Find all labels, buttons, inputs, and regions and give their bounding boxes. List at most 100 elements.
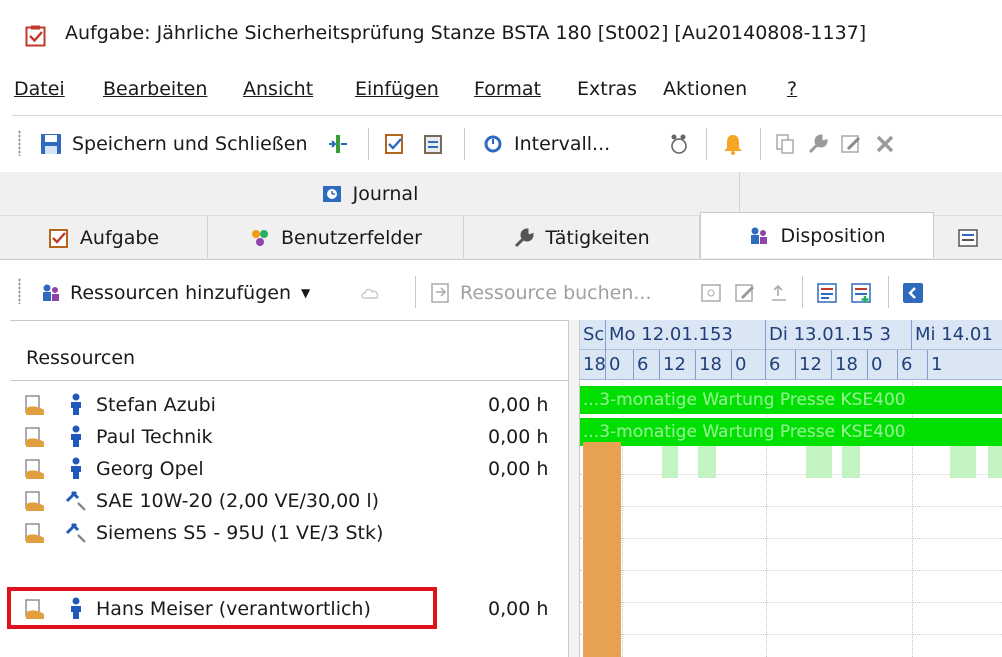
- resource-name: Stefan Azubi: [96, 393, 216, 416]
- disposition-toolbar: Ressourcen hinzufügen ▼ Ressource buchen…: [12, 262, 1002, 320]
- toolbar-separator: [888, 276, 889, 308]
- resource-name: SAE 10W-20 (2,00 VE/30,00 l): [96, 489, 380, 512]
- gantt-task-label: ...3-monatige Wartung Presse KSE400: [583, 390, 906, 410]
- chevron-down-icon[interactable]: ▼: [301, 286, 310, 300]
- tab-benutzerfelder-label: Benutzerfelder: [281, 227, 422, 249]
- tab-more[interactable]: [934, 216, 1002, 260]
- table-row[interactable]: Georg Opel 0,00 h: [10, 453, 570, 484]
- split-arrows-icon: [329, 135, 347, 153]
- scheduler-button[interactable]: [668, 131, 690, 157]
- tab-journal-label: Journal: [352, 183, 419, 205]
- menu-datei[interactable]: Datei: [14, 78, 65, 100]
- tab-aufgabe[interactable]: Aufgabe: [0, 216, 208, 260]
- menu-bearbeiten[interactable]: Bearbeiten: [103, 78, 207, 100]
- edit-form-button[interactable]: [840, 131, 862, 157]
- add-resources-button[interactable]: Ressourcen hinzufügen ▼: [40, 280, 310, 306]
- gantt-task-bar[interactable]: ...3-monatige Wartung Presse KSE400: [580, 386, 1002, 414]
- gantt-hour: 0: [732, 350, 766, 380]
- menu-einfuegen[interactable]: Einfügen: [355, 78, 439, 100]
- gantt-day: Di 13.01.15 3: [766, 320, 912, 350]
- tab-disposition-label: Disposition: [780, 224, 886, 247]
- gantt-task-label: ...3-monatige Wartung Presse KSE400: [583, 422, 906, 442]
- gantt-availability-block: [950, 446, 976, 478]
- gantt-availability-block: [842, 446, 860, 478]
- bell-icon: [724, 135, 742, 155]
- people-clock-icon: [671, 134, 687, 154]
- wrench-icon: [808, 134, 828, 154]
- menu-bar: Datei Bearbeiten Ansicht Einfügen Format…: [0, 72, 1002, 110]
- task-check-button[interactable]: [384, 131, 406, 157]
- tab-journal[interactable]: Journal: [0, 172, 740, 216]
- table-row[interactable]: Stefan Azubi 0,00 h: [10, 389, 570, 420]
- table-row[interactable]: SAE 10W-20 (2,00 VE/30,00 l): [10, 485, 570, 516]
- gantt-day: Mi 14.01: [915, 324, 993, 345]
- toolbar-separator: [706, 128, 707, 160]
- remove-button[interactable]: [768, 280, 790, 306]
- scroll-left-button[interactable]: [902, 280, 924, 306]
- hand-book-icon: [25, 427, 44, 447]
- highlight-box: [7, 587, 437, 629]
- toolbar-grip[interactable]: [18, 130, 21, 156]
- list-add-icon: [851, 283, 871, 303]
- clipboard-button[interactable]: [422, 131, 444, 157]
- save-close-label: Speichern und Schließen: [72, 133, 308, 155]
- menu-ansicht[interactable]: Ansicht: [243, 78, 313, 100]
- gantt-busy-block[interactable]: [583, 442, 621, 657]
- book-resource-button[interactable]: Ressource buchen...: [430, 280, 652, 306]
- toolbar-grip[interactable]: [18, 278, 21, 304]
- tab-strip: Aufgabe Benutzerfelder Tätigkeiten Dispo…: [0, 212, 1002, 260]
- title-bar: Aufgabe: Jährliche Sicherheitsprüfung St…: [0, 0, 1002, 72]
- copy-field-button[interactable]: [327, 131, 349, 157]
- save-close-button[interactable]: Speichern und Schließen: [40, 131, 308, 157]
- users-icon: [252, 230, 269, 246]
- toolbar-separator: [368, 128, 369, 160]
- gantt-hour: 18: [696, 350, 732, 380]
- menu-extras[interactable]: Extras: [577, 78, 637, 100]
- delete-button[interactable]: [874, 131, 896, 157]
- task-icon: [25, 25, 46, 47]
- table-row[interactable]: Siemens S5 - 95U (1 VE/3 Stk): [10, 517, 570, 548]
- reminder-button[interactable]: [722, 131, 744, 157]
- copy-button[interactable]: [774, 131, 796, 157]
- table-row[interactable]: Paul Technik 0,00 h: [10, 421, 570, 452]
- gantt-hour: 0: [606, 350, 634, 380]
- resource-name: Paul Technik: [96, 425, 213, 448]
- interval-button[interactable]: Intervall...: [482, 131, 610, 157]
- hand-book-icon: [25, 459, 44, 479]
- gantt-gridline: [580, 634, 1002, 635]
- add-people-icon: [43, 284, 59, 301]
- remove-icon: [772, 284, 786, 301]
- resources-column-header[interactable]: Ressourcen: [26, 347, 135, 369]
- collapse-button[interactable]: [816, 280, 838, 306]
- expand-button[interactable]: [850, 280, 872, 306]
- tab-disposition[interactable]: Disposition: [700, 212, 934, 258]
- toolbar-separator: [802, 276, 803, 308]
- tools-button[interactable]: [807, 131, 829, 157]
- menu-format[interactable]: Format: [474, 78, 541, 100]
- cloud-icon: [361, 288, 379, 299]
- gantt-hour: 0: [868, 350, 898, 380]
- resource-name: Siemens S5 - 95U (1 VE/3 Stk): [96, 521, 384, 544]
- gantt-availability-block: [988, 446, 1002, 478]
- calendar-button[interactable]: [700, 280, 722, 306]
- tab-taetigkeiten[interactable]: Tätigkeiten: [464, 216, 700, 260]
- menu-help[interactable]: ?: [787, 78, 797, 100]
- splitter[interactable]: [568, 320, 580, 657]
- menu-aktionen[interactable]: Aktionen: [663, 78, 747, 100]
- gantt-day: Sc2: [580, 320, 606, 350]
- edit-booking-button[interactable]: [734, 280, 756, 306]
- cloud-button[interactable]: [360, 280, 382, 306]
- toolbar-separator: [760, 128, 761, 160]
- tab-benutzerfelder[interactable]: Benutzerfelder: [208, 216, 464, 260]
- gantt-hour: 12: [660, 350, 696, 380]
- gantt-availability-block: [698, 446, 716, 478]
- gantt-hour-header: 18 0 6 12 18 0 6 12 18 0 6 1: [580, 350, 1002, 380]
- gantt-task-bar[interactable]: ...3-monatige Wartung Presse KSE400: [580, 418, 1002, 446]
- hand-book-icon: [25, 491, 44, 511]
- gantt-gridline: [580, 602, 1002, 603]
- gantt-hour: 6: [898, 350, 928, 380]
- hand-book-icon: [25, 395, 44, 415]
- resource-hours: 0,00 h: [488, 457, 549, 480]
- resource-hours: 0,00 h: [488, 425, 549, 448]
- material-tools-icon: [65, 522, 86, 543]
